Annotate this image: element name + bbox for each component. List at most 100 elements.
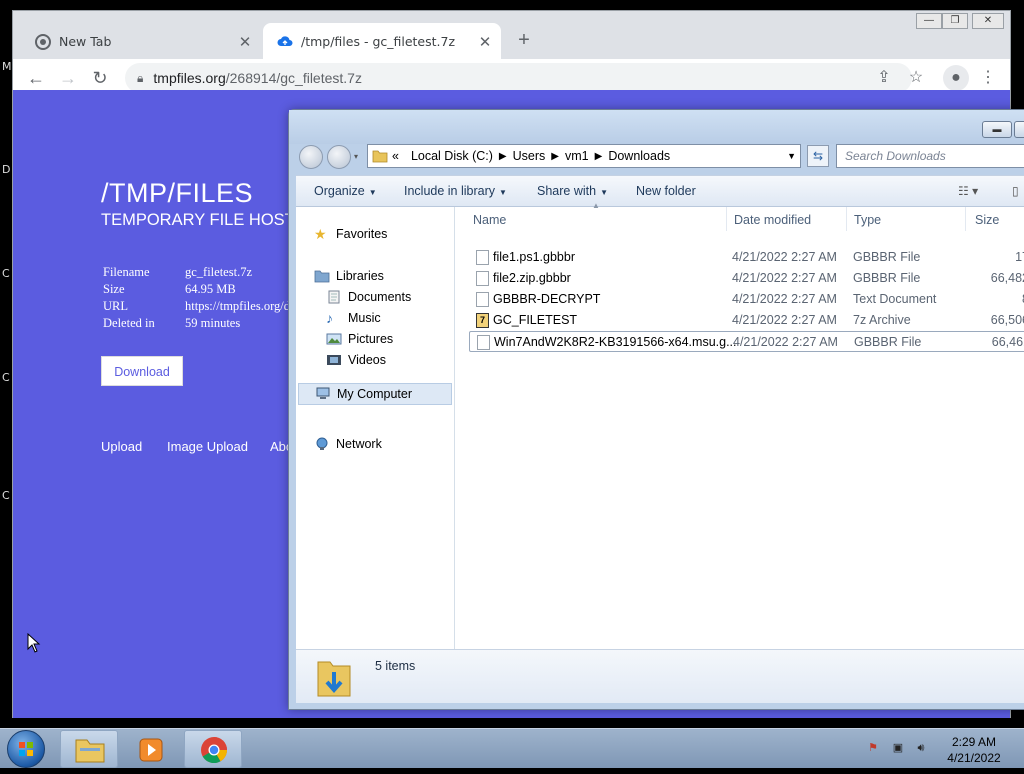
breadcrumb-separator-icon[interactable]: ▶ [595,151,603,162]
include-in-library-label: Include in library [404,184,496,198]
address-bar[interactable]: 🔒︎ tmpfiles.org/268914/gc_filetest.7z [125,63,912,93]
share-icon[interactable]: ⇪ [871,65,897,91]
nav-videos[interactable]: Videos [326,353,386,367]
column-divider[interactable] [846,207,847,231]
download-button[interactable]: Download [101,356,183,386]
preview-pane-icon[interactable]: ▯ [1012,184,1019,198]
organize-button[interactable]: Organize ▼ [314,184,377,198]
minimize-icon[interactable]: — [916,13,942,29]
new-folder-button[interactable]: New folder [636,184,696,198]
file-row-selected[interactable]: Win7AndW2K8R2-KB3191566-x64.msu.g... 4/2… [469,331,1024,352]
volume-icon[interactable]: 🔊︎ [914,742,928,755]
tab-tmpfiles[interactable]: /tmp/files - gc_filetest.7z ✕ [263,23,501,60]
breadcrumb-downloads[interactable]: Downloads [608,149,670,163]
menu-kebab-icon[interactable]: ⋮ [975,65,1001,91]
close-icon[interactable]: ✕ [972,13,1004,29]
start-button[interactable] [7,730,45,768]
file-name: file2.zip.gbbbr [493,271,571,285]
desktop-icon-label: C [2,489,10,502]
bookmark-star-icon[interactable]: ☆ [903,65,929,91]
desktop-icon-label: M [2,60,12,73]
7z-archive-icon: 7 [476,313,489,328]
taskbar-chrome[interactable] [184,730,242,768]
taskbar-media-player[interactable] [122,730,180,768]
file-type: GBBBR File [854,335,922,349]
share-with-label: Share with [537,184,597,198]
taskbar-explorer[interactable] [60,730,118,768]
column-header-size[interactable]: Size [975,213,999,227]
breadcrumb-separator-icon[interactable]: ▶ [551,151,559,162]
profile-icon[interactable]: ● [943,65,969,91]
file-row[interactable]: 7 GC_FILETEST 4/21/2022 2:27 AM 7z Archi… [469,310,1024,331]
breadcrumb-separator-icon[interactable]: ▶ [499,151,507,162]
search-input[interactable]: Search Downloads [836,144,1024,168]
file-row[interactable]: file2.zip.gbbbr 4/21/2022 2:27 AM GBBBR … [469,268,1024,289]
file-type: Text Document [853,292,937,306]
reload-icon[interactable]: ↻ [87,65,113,91]
column-header-date[interactable]: Date modified [734,213,811,227]
desktop-icon-label: D [2,163,11,176]
network-tray-icon[interactable]: ▣ [891,742,905,755]
folder-icon [75,739,105,763]
nav-libraries[interactable]: Libraries [314,269,384,283]
chevron-down-icon[interactable]: ▾ [354,152,358,161]
close-icon[interactable]: ✕ [475,33,495,51]
nav-network[interactable]: Network [314,437,382,451]
chevron-down-icon[interactable]: ▼ [787,151,796,161]
downloads-folder-icon [316,656,352,703]
breadcrumb-users[interactable]: Users [513,149,546,163]
back-arrow-icon[interactable]: ← [23,65,49,91]
forward-arrow-icon[interactable] [327,145,351,169]
upload-link[interactable]: Upload [101,439,142,454]
info-value[interactable]: https://tmpfiles.org/dl [185,299,293,314]
file-icon [476,271,489,286]
nav-favorites[interactable]: ★ Favorites [314,227,387,241]
explorer-titlebar [289,110,1024,144]
file-type: GBBBR File [853,250,921,264]
include-in-library-button[interactable]: Include in library ▼ [404,184,507,198]
breadcrumb-overflow[interactable]: « [392,149,399,163]
file-size: 66,506 [990,313,1024,327]
nav-my-computer[interactable]: My Computer [298,383,452,405]
back-arrow-icon[interactable] [299,145,323,169]
minimize-icon[interactable]: ▬ [982,121,1012,138]
tab-new-tab[interactable]: New Tab ✕ [21,23,261,60]
explorer-address-bar[interactable]: « Local Disk (C:) ▶ Users ▶ vm1 ▶ Downlo… [367,144,801,168]
nav-label: Pictures [348,332,394,346]
file-date: 4/21/2022 2:27 AM [732,292,837,306]
column-header-name[interactable]: Name [473,213,506,227]
file-size: 8 [969,292,1024,306]
nav-label: Videos [348,353,386,367]
column-header-type[interactable]: Type [854,213,881,227]
nav-music[interactable]: ♪ Music [326,311,381,325]
computer-icon [315,387,331,401]
maximize-icon[interactable]: ❐ [942,13,968,29]
explorer-window: ▬ ▾ « Local Disk (C:) ▶ Users ▶ vm1 ▶ Do… [288,109,1024,710]
share-with-button[interactable]: Share with ▼ [537,184,608,198]
info-label: Deleted in [103,316,155,330]
new-tab-button[interactable]: + [513,29,535,51]
forward-arrow-icon[interactable]: → [55,65,81,91]
action-center-flag-icon[interactable]: ⚑ [866,742,880,755]
breadcrumb-vm1[interactable]: vm1 [565,149,589,163]
file-type: 7z Archive [853,313,911,327]
nav-pictures[interactable]: Pictures [326,332,393,346]
file-row[interactable]: file1.ps1.gbbbr 4/21/2022 2:27 AM GBBBR … [469,247,1024,268]
file-date: 4/21/2022 2:27 AM [732,313,837,327]
close-icon[interactable]: ✕ [235,33,255,51]
tray-clock[interactable]: 2:29 AM 4/21/2022 [934,734,1014,766]
view-options-icon[interactable]: ☷ ▾ [958,184,978,198]
image-upload-link[interactable]: Image Upload [167,439,248,454]
file-row[interactable]: GBBBR-DECRYPT 4/21/2022 2:27 AM Text Doc… [469,289,1024,310]
breadcrumb-local-disk[interactable]: Local Disk (C:) [411,149,493,163]
nav-documents[interactable]: Documents [326,290,411,304]
chevron-down-icon: ▼ [499,188,507,197]
tab-title: New Tab [59,34,112,49]
column-divider[interactable] [726,207,727,231]
column-divider[interactable] [965,207,966,231]
refresh-icon[interactable]: ⇆ [807,145,829,167]
file-type: GBBBR File [853,271,921,285]
command-bar: Organize ▼ Include in library ▼ Share with… [296,175,1024,207]
maximize-icon[interactable] [1014,121,1024,138]
info-label: URL [103,299,128,313]
